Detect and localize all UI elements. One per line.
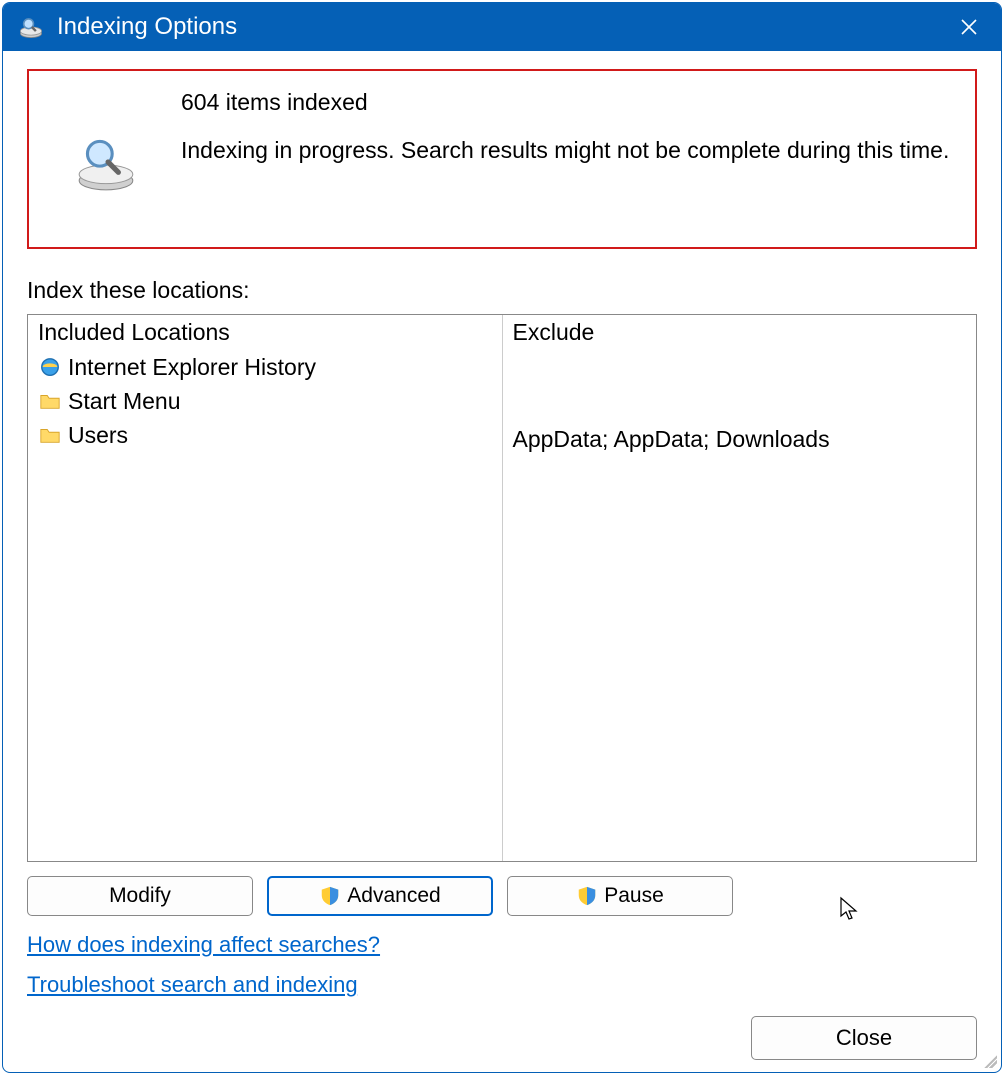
modify-button[interactable]: Modify bbox=[27, 876, 253, 916]
titlebar: Indexing Options bbox=[3, 3, 1001, 51]
section-label: Index these locations: bbox=[27, 277, 977, 304]
button-label: Modify bbox=[109, 884, 171, 908]
cursor-icon bbox=[839, 896, 859, 922]
close-icon[interactable] bbox=[947, 5, 991, 49]
folder-icon bbox=[38, 423, 62, 447]
footer: Close bbox=[27, 1016, 977, 1060]
exclude-value: AppData; AppData; Downloads bbox=[513, 422, 967, 456]
button-label: Close bbox=[836, 1025, 892, 1051]
troubleshoot-link[interactable]: Troubleshoot search and indexing bbox=[27, 972, 977, 998]
help-link[interactable]: How does indexing affect searches? bbox=[27, 932, 977, 958]
advanced-button[interactable]: Advanced bbox=[267, 876, 493, 916]
close-button[interactable]: Close bbox=[751, 1016, 977, 1060]
exclude-column: Exclude AppData; AppData; Downloads bbox=[502, 315, 977, 861]
locations-list: Included Locations Internet Explorer His… bbox=[27, 314, 977, 862]
indexing-options-window: Indexing Options 604 items indexed Index… bbox=[2, 2, 1002, 1073]
drive-search-icon bbox=[71, 127, 141, 197]
list-item[interactable]: Internet Explorer History bbox=[38, 350, 492, 384]
folder-icon bbox=[38, 389, 62, 413]
button-label: Advanced bbox=[347, 884, 440, 908]
shield-icon bbox=[576, 885, 598, 907]
included-header: Included Locations bbox=[38, 319, 492, 346]
status-panel: 604 items indexed Indexing in progress. … bbox=[27, 69, 977, 249]
indexing-progress-message: Indexing in progress. Search results mig… bbox=[181, 136, 957, 166]
list-item-label: Start Menu bbox=[68, 384, 181, 418]
button-row: Modify Advanced Pause bbox=[27, 876, 977, 916]
items-indexed-count: 604 items indexed bbox=[181, 89, 957, 116]
button-label: Pause bbox=[604, 884, 664, 908]
shield-icon bbox=[319, 885, 341, 907]
list-item-label: Users bbox=[68, 418, 128, 452]
resize-grip[interactable] bbox=[981, 1052, 997, 1068]
list-item[interactable]: Users bbox=[38, 418, 492, 452]
content-area: 604 items indexed Indexing in progress. … bbox=[3, 51, 1001, 1072]
exclude-header: Exclude bbox=[513, 319, 967, 346]
pause-button[interactable]: Pause bbox=[507, 876, 733, 916]
window-title: Indexing Options bbox=[57, 13, 947, 41]
exclude-text: AppData; AppData; Downloads bbox=[513, 422, 830, 456]
list-item[interactable]: Start Menu bbox=[38, 384, 492, 418]
app-icon bbox=[17, 13, 45, 41]
included-column: Included Locations Internet Explorer His… bbox=[28, 315, 502, 861]
list-item-label: Internet Explorer History bbox=[68, 350, 316, 384]
ie-icon bbox=[38, 355, 62, 379]
help-links: How does indexing affect searches? Troub… bbox=[27, 932, 977, 1012]
status-text: 604 items indexed Indexing in progress. … bbox=[181, 89, 957, 166]
